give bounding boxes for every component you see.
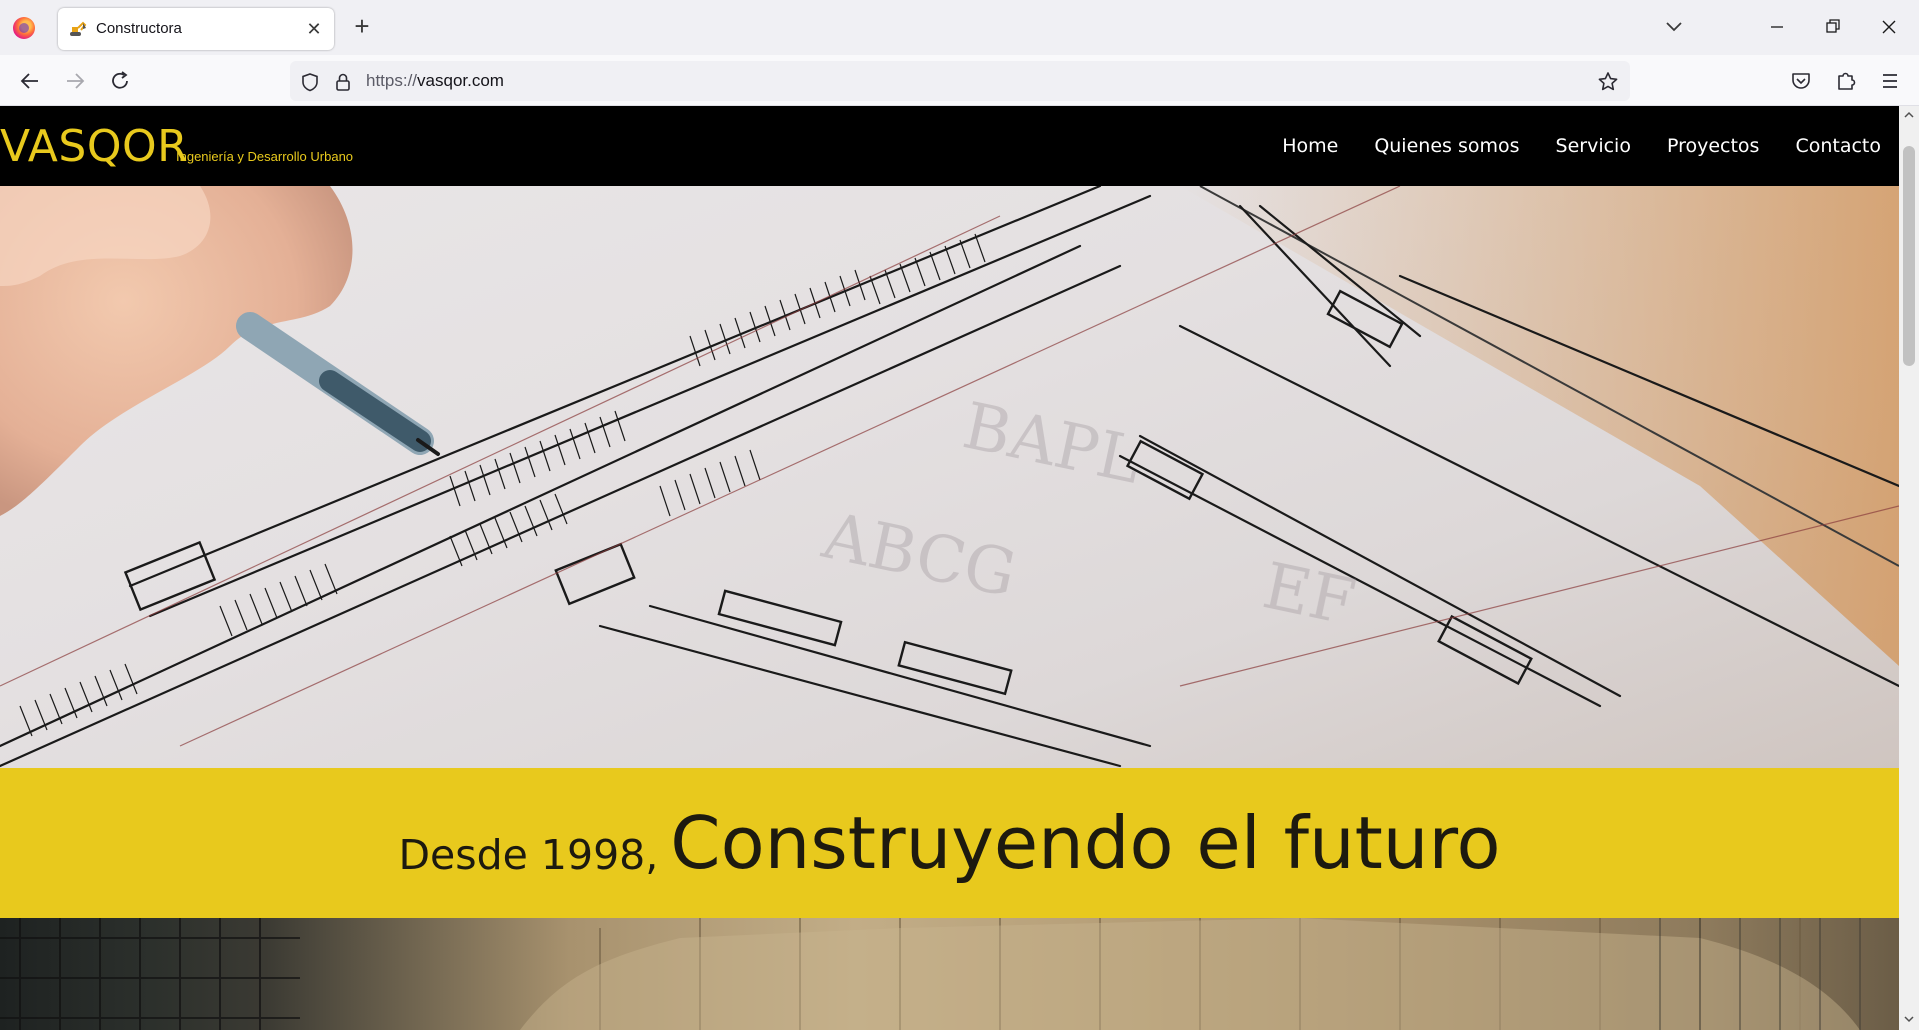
svg-text:BAPL: BAPL (957, 389, 1147, 499)
svg-text:EF: EF (1257, 549, 1362, 640)
slogan: Desde 1998, Construyendo el futuro (0, 768, 1899, 918)
menu-item-home[interactable]: Home (1282, 135, 1338, 157)
browser-tab[interactable]: Constructora ✕ (58, 8, 334, 50)
page-viewport: VASQOR Ingeniería y Desarrollo Urbano Ho… (0, 106, 1899, 1030)
browser-tab-bar: Constructora ✕ + (0, 0, 1919, 55)
pocket-icon[interactable] (1785, 65, 1817, 97)
main-menu: Home Quienes somos Servicio Proyectos Co… (1282, 106, 1881, 186)
slogan-big-text: Construyendo el futuro (670, 801, 1501, 885)
slogan-small-text: Desde 1998, (398, 831, 659, 879)
site-logo[interactable]: VASQOR (0, 121, 188, 172)
star-icon[interactable] (1596, 70, 1620, 94)
restore-icon[interactable] (1818, 12, 1848, 42)
menu-item-contacto[interactable]: Contacto (1795, 135, 1881, 157)
firefox-icon[interactable] (13, 17, 35, 39)
excavator-icon (70, 21, 87, 36)
close-tab-icon[interactable]: ✕ (302, 17, 326, 41)
scroll-down-arrow-icon[interactable] (1903, 1014, 1915, 1024)
svg-text:ABCG: ABCG (816, 499, 1023, 612)
hamburger-icon[interactable] (1874, 65, 1906, 97)
chevron-down-icon[interactable] (1661, 16, 1687, 38)
scroll-thumb[interactable] (1903, 146, 1915, 366)
new-tab-plus-icon[interactable]: + (348, 13, 376, 41)
hero-blueprint-image: BAPL ABCG EF (0, 186, 1899, 768)
menu-item-servicio[interactable]: Servicio (1556, 135, 1631, 157)
menu-item-quienes-somos[interactable]: Quienes somos (1374, 135, 1519, 157)
browser-nav-bar: https://vasqor.com (0, 55, 1919, 106)
tab-title: Constructora (96, 20, 182, 37)
lock-icon[interactable] (333, 71, 353, 93)
scroll-up-arrow-icon[interactable] (1903, 110, 1915, 120)
close-window-icon[interactable] (1874, 12, 1904, 42)
url-text[interactable]: https://vasqor.com (366, 71, 504, 91)
menu-item-proyectos[interactable]: Proyectos (1667, 135, 1760, 157)
url-bar[interactable]: https://vasqor.com (290, 61, 1630, 101)
arrow-left-icon[interactable] (14, 65, 46, 97)
scaffolding-photo (0, 918, 1861, 1030)
url-scheme: https:// (366, 71, 418, 90)
minimize-icon[interactable] (1762, 12, 1792, 42)
url-host: vasqor.com (417, 71, 504, 90)
blueprint-sketch: BAPL ABCG EF (0, 186, 1899, 768)
reload-icon[interactable] (104, 65, 136, 97)
puzzle-icon[interactable] (1830, 65, 1862, 97)
page-scrollbar[interactable] (1899, 106, 1919, 1030)
slogan-band: Desde 1998, Construyendo el futuro (0, 768, 1899, 918)
arrow-right-icon[interactable] (59, 65, 91, 97)
shield-icon[interactable] (299, 71, 321, 93)
construction-site-image (0, 918, 1899, 1030)
site-header: VASQOR Ingeniería y Desarrollo Urbano Ho… (0, 106, 1899, 186)
site-tagline: Ingeniería y Desarrollo Urbano (176, 149, 354, 164)
